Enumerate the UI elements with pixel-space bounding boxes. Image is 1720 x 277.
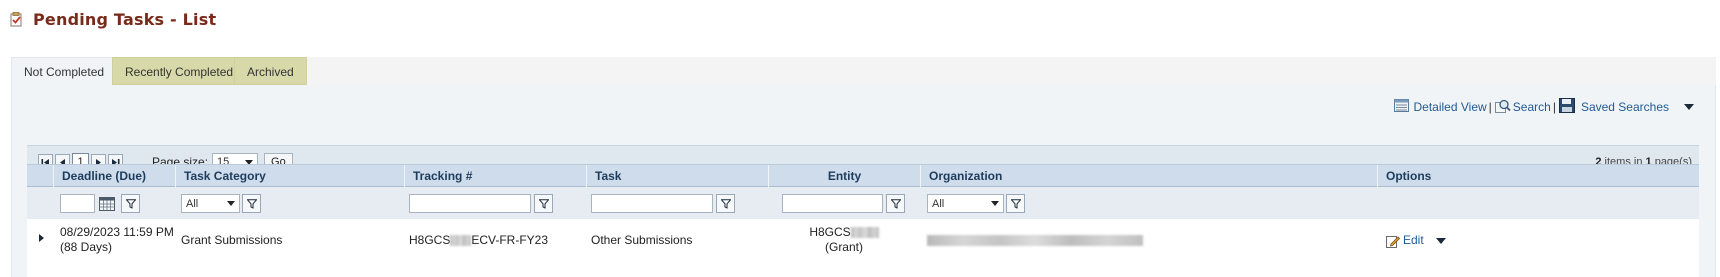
page-title: Pending Tasks - List <box>33 9 217 29</box>
chevron-down-icon <box>227 201 235 206</box>
column-header-task[interactable]: Task <box>586 165 768 187</box>
entity-filter-button[interactable] <box>886 194 905 213</box>
toolbar-separator: | <box>1488 100 1492 114</box>
deadline-filter-input[interactable] <box>60 194 95 213</box>
filter-icon <box>890 198 901 209</box>
organization-filter-select[interactable]: All <box>927 194 1004 213</box>
redacted-text <box>450 235 472 247</box>
expand-row-icon[interactable] <box>39 234 44 242</box>
saved-searches-label: Saved Searches <box>1580 100 1669 114</box>
deadline-filter-button[interactable] <box>121 194 140 213</box>
filter-icon <box>246 198 257 209</box>
saved-searches-link[interactable]: Saved Searches <box>1558 98 1669 116</box>
chevron-down-icon <box>991 201 999 206</box>
deadline-cell: 08/29/2023 11:59 PM (88 Days) <box>60 225 174 255</box>
deadline-days: (88 Days) <box>60 240 113 254</box>
calendar-icon[interactable] <box>99 197 115 211</box>
tracking-cell: H8GCS ECV-FR-FY23 <box>409 233 548 248</box>
entity-prefix: H8GCS <box>809 225 851 239</box>
tasks-grid: 1 Page size: 15 Go 2 items in 1 page(s) … <box>27 145 1699 277</box>
saved-searches-dropdown-icon[interactable] <box>1684 104 1694 110</box>
task-list-icon <box>10 11 23 27</box>
edit-label: Edit <box>1403 233 1424 247</box>
entity-filter-input[interactable] <box>782 194 883 213</box>
redacted-organization <box>927 235 1143 247</box>
detailed-view-icon <box>1393 99 1409 115</box>
task-cell: Other Submissions <box>591 233 693 247</box>
detailed-view-label: Detailed View <box>1413 100 1487 114</box>
filter-icon <box>1010 198 1021 209</box>
task-category-cell: Grant Submissions <box>181 233 283 247</box>
task-filter-input[interactable] <box>591 194 713 213</box>
edit-link[interactable]: Edit <box>1386 233 1446 248</box>
search-link[interactable]: Search <box>1494 99 1551 116</box>
filter-row: All All <box>27 187 1699 219</box>
column-header-task-category[interactable]: Task Category <box>175 165 404 187</box>
detailed-view-link[interactable]: Detailed View <box>1393 99 1487 115</box>
column-header-options: Options <box>1377 165 1699 187</box>
column-header-entity[interactable]: Entity <box>768 165 920 187</box>
task-filter-button[interactable] <box>716 194 735 213</box>
column-header-deadline[interactable]: Deadline (Due) <box>53 165 175 187</box>
grid-toolbar: Detailed View | Search | Saved Searches <box>1393 97 1694 117</box>
tab-strip: Not Completed Recently Completed Archive… <box>11 57 1716 86</box>
deadline-date: 08/29/2023 11:59 PM <box>60 225 174 239</box>
task-category-filter-value: All <box>186 197 199 210</box>
options-cell: Edit <box>1386 233 1446 248</box>
tracking-suffix: ECV-FR-FY23 <box>471 233 549 247</box>
filter-icon <box>125 198 136 209</box>
task-category-filter-button[interactable] <box>242 194 261 213</box>
filter-icon <box>538 198 549 209</box>
organization-filter-value: All <box>932 197 945 210</box>
tracking-filter-button[interactable] <box>534 194 553 213</box>
organization-cell <box>927 233 1143 248</box>
column-header-organization[interactable]: Organization <box>920 165 1377 187</box>
floppy-disk-icon <box>1558 98 1575 116</box>
organization-filter-button[interactable] <box>1006 194 1025 213</box>
tab-recently-completed[interactable]: Recently Completed <box>112 57 247 85</box>
options-dropdown-icon[interactable] <box>1435 237 1446 244</box>
tracking-filter-input[interactable] <box>409 194 531 213</box>
tab-archived[interactable]: Archived <box>234 57 307 85</box>
tracking-prefix: H8GCS <box>409 233 451 247</box>
edit-icon <box>1386 235 1400 248</box>
filter-icon <box>720 198 731 209</box>
toolbar-separator: | <box>1552 100 1556 114</box>
page-header: Pending Tasks - List <box>10 7 216 31</box>
column-header-tracking[interactable]: Tracking # <box>404 165 586 187</box>
table-row: 08/29/2023 11:59 PM (88 Days) Grant Subm… <box>27 219 1699 277</box>
task-category-filter-select[interactable]: All <box>181 194 240 213</box>
search-icon <box>1494 99 1511 116</box>
entity-type: (Grant) <box>824 240 863 254</box>
entity-cell: H8GCS (Grant) <box>768 225 920 255</box>
redacted-text <box>850 227 879 239</box>
tab-not-completed[interactable]: Not Completed <box>11 57 118 86</box>
grid-header: Deadline (Due) Task Category Tracking # … <box>27 164 1699 187</box>
search-label: Search <box>1512 100 1551 114</box>
